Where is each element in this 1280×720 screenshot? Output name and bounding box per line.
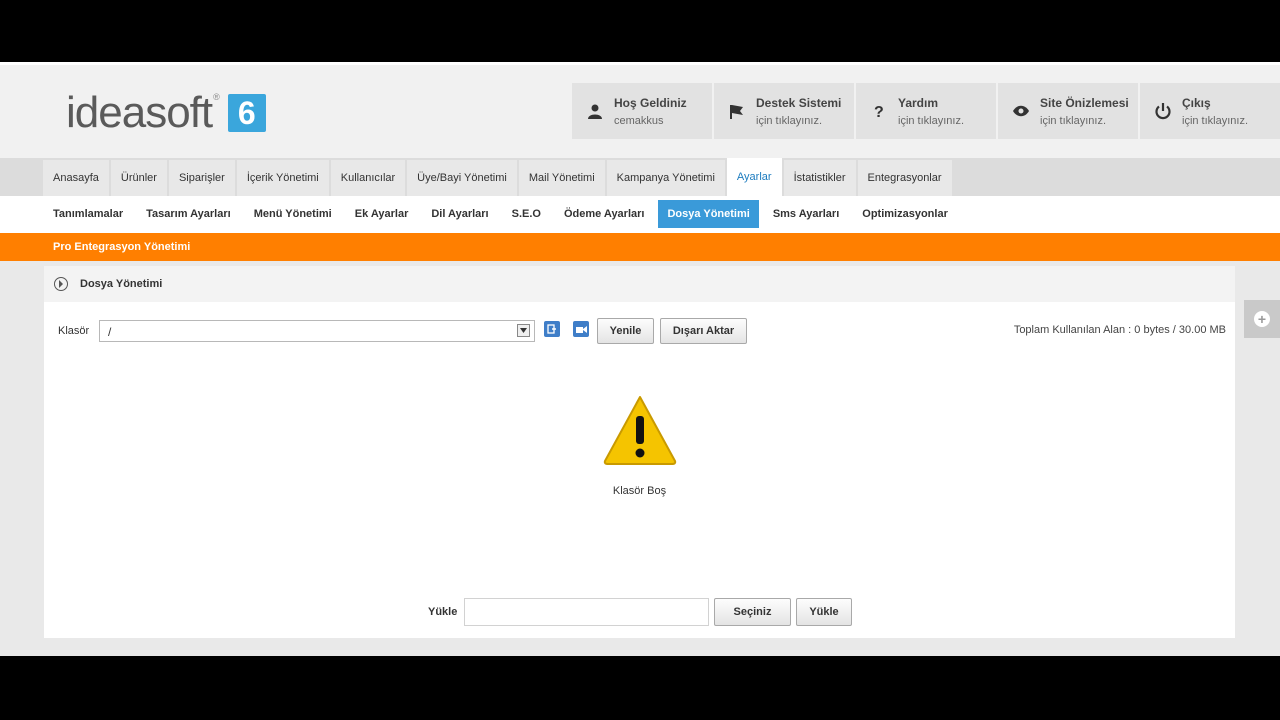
flag-icon bbox=[728, 102, 746, 120]
upload-row: Yükle Seçiniz Yükle bbox=[44, 598, 1235, 628]
upload-label: Yükle bbox=[428, 606, 458, 618]
warning-icon bbox=[602, 394, 678, 471]
support-button[interactable]: Destek Sistemi için tıklayınız. bbox=[714, 83, 854, 139]
welcome-username: cemakkus bbox=[614, 114, 664, 127]
logo-registered-mark: ® bbox=[213, 92, 220, 102]
collapse-circle-icon[interactable] bbox=[54, 277, 68, 291]
folder-label: Klasör bbox=[58, 325, 90, 337]
site-preview-button[interactable]: Site Önizlemesi için tıklayınız. bbox=[998, 83, 1138, 139]
nav-tab-home[interactable]: Anasayfa bbox=[43, 160, 109, 196]
folder-select[interactable]: / bbox=[99, 320, 535, 342]
subnav-definitions[interactable]: Tanımlamalar bbox=[44, 200, 132, 228]
pro-integration-bar: Pro Entegrasyon Yönetimi bbox=[0, 233, 1280, 261]
logout-title: Çıkış bbox=[1182, 95, 1211, 110]
power-icon bbox=[1154, 102, 1172, 120]
help-button[interactable]: ? Yardım için tıklayınız. bbox=[856, 83, 996, 139]
subnav-language[interactable]: Dil Ayarları bbox=[422, 200, 497, 228]
empty-folder-state: Klasör Boş bbox=[44, 394, 1235, 497]
site-preview-sub: için tıklayınız. bbox=[1040, 114, 1107, 127]
logout-sub: için tıklayınız. bbox=[1182, 114, 1249, 127]
storage-usage: Toplam Kullanılan Alan : 0 bytes / 30.00… bbox=[1013, 324, 1226, 336]
logo[interactable]: ideasoft ® 6 bbox=[66, 91, 266, 135]
site-preview-title: Site Önizlemesi bbox=[1040, 95, 1129, 110]
eye-icon bbox=[1012, 102, 1030, 120]
svg-text:?: ? bbox=[874, 104, 884, 119]
nav-tab-content[interactable]: İçerik Yönetimi bbox=[236, 160, 329, 196]
file-management-panel: Dosya Yönetimi Klasör / Yenile Dışarı Ak… bbox=[44, 266, 1235, 638]
nav-tab-statistics[interactable]: İstatistikler bbox=[783, 160, 856, 196]
welcome-button[interactable]: Hoş Geldiniz cemakkus bbox=[572, 83, 712, 139]
subnav-design[interactable]: Tasarım Ayarları bbox=[137, 200, 240, 228]
subnav-menu[interactable]: Menü Yönetimi bbox=[245, 200, 341, 228]
subnav-payment[interactable]: Ödeme Ayarları bbox=[555, 200, 654, 228]
panel-title: Dosya Yönetimi bbox=[80, 278, 163, 290]
logo-version: 6 bbox=[237, 95, 256, 131]
support-sub: için tıklayınız. bbox=[756, 114, 823, 127]
support-title: Destek Sistemi bbox=[756, 95, 842, 110]
export-button[interactable]: Dışarı Aktar bbox=[660, 318, 747, 344]
logo-text: ideasoft bbox=[66, 88, 213, 137]
main-nav: Anasayfa Ürünler Siparişler İçerik Yönet… bbox=[0, 158, 1280, 196]
nav-tab-members[interactable]: Üye/Bayi Yönetimi bbox=[407, 160, 517, 196]
nav-tab-users[interactable]: Kullanıcılar bbox=[330, 160, 406, 196]
folder-toolbar: Klasör / Yenile Dışarı Aktar Toplam Kull… bbox=[44, 318, 1235, 348]
nav-tab-integrations[interactable]: Entegrasyonlar bbox=[857, 160, 952, 196]
header: ideasoft ® 6 Hoş Geldiniz cemakkus Deste… bbox=[0, 62, 1280, 158]
app-screen: ideasoft ® 6 Hoş Geldiniz cemakkus Deste… bbox=[0, 62, 1280, 656]
logout-button[interactable]: Çıkış için tıklayınız. bbox=[1140, 83, 1280, 139]
help-sub: için tıklayınız. bbox=[898, 114, 965, 127]
nav-tab-campaign[interactable]: Kampanya Yönetimi bbox=[606, 160, 725, 196]
side-expand-button[interactable]: + bbox=[1244, 300, 1280, 338]
help-title: Yardım bbox=[898, 95, 939, 110]
logo-version-badge: 6 bbox=[227, 94, 266, 132]
refresh-button[interactable]: Yenile bbox=[597, 318, 654, 344]
empty-folder-message: Klasör Boş bbox=[612, 485, 667, 497]
pro-integration-link[interactable]: Pro Entegrasyon Yönetimi bbox=[53, 241, 190, 253]
user-icon bbox=[586, 102, 604, 120]
upload-button[interactable]: Yükle bbox=[796, 598, 852, 626]
sub-nav: Tanımlamalar Tasarım Ayarları Menü Yönet… bbox=[0, 196, 1280, 233]
plus-icon: + bbox=[1254, 311, 1270, 327]
subnav-seo[interactable]: S.E.O bbox=[503, 200, 550, 228]
nav-tab-mail[interactable]: Mail Yönetimi bbox=[518, 160, 605, 196]
subnav-optimization[interactable]: Optimizasyonlar bbox=[853, 200, 957, 228]
nav-tab-settings[interactable]: Ayarlar bbox=[726, 158, 782, 196]
welcome-title: Hoş Geldiniz bbox=[614, 95, 687, 110]
subnav-extra[interactable]: Ek Ayarlar bbox=[346, 200, 418, 228]
nav-tab-orders[interactable]: Siparişler bbox=[168, 160, 235, 196]
new-folder-icon[interactable] bbox=[544, 321, 560, 337]
folder-select-value: / bbox=[108, 325, 112, 339]
choose-file-button[interactable]: Seçiniz bbox=[714, 598, 791, 626]
header-buttons: Hoş Geldiniz cemakkus Destek Sistemi içi… bbox=[570, 83, 1280, 139]
subnav-sms[interactable]: Sms Ayarları bbox=[764, 200, 848, 228]
question-icon: ? bbox=[870, 102, 888, 120]
chevron-down-icon[interactable] bbox=[517, 324, 530, 337]
nav-tab-products[interactable]: Ürünler bbox=[110, 160, 167, 196]
upload-folder-icon[interactable] bbox=[573, 321, 589, 337]
subnav-file-management[interactable]: Dosya Yönetimi bbox=[658, 200, 759, 228]
panel-header: Dosya Yönetimi bbox=[44, 266, 1235, 302]
upload-file-input[interactable] bbox=[464, 598, 709, 626]
